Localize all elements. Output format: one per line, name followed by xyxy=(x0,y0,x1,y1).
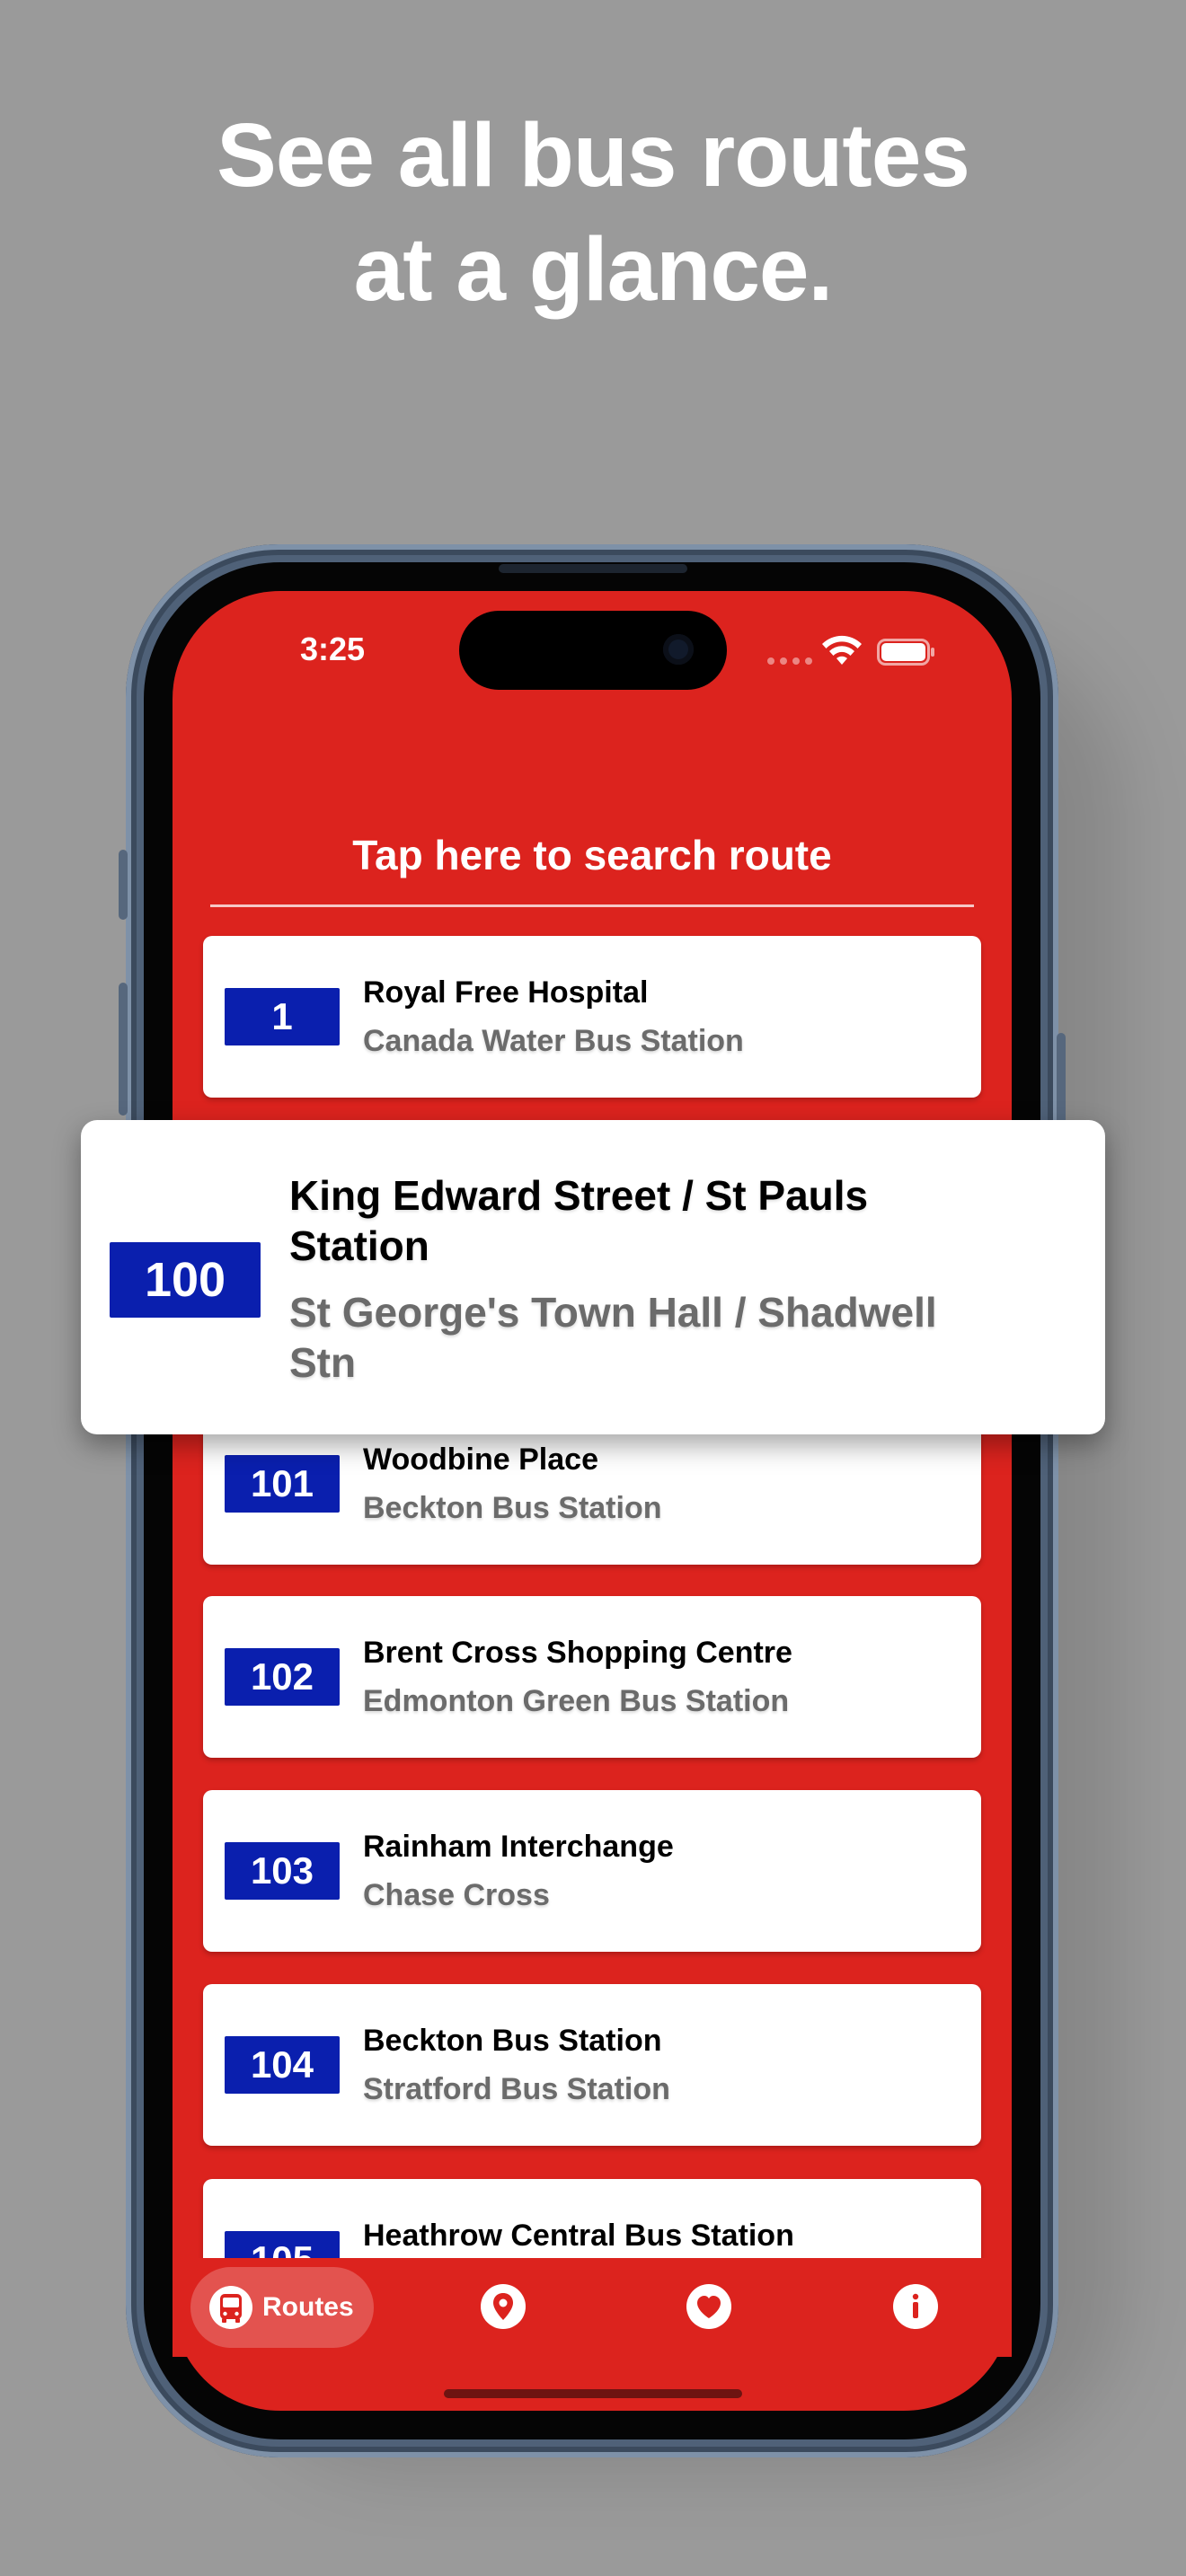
route-origin: Rainham Interchange xyxy=(363,1830,674,1864)
status-time: 3:25 xyxy=(299,631,366,667)
route-destination: St George's Town Hall / Shadwell Stn xyxy=(289,1289,937,1386)
route-number-badge: 103 xyxy=(225,1842,340,1900)
cellular-signal-icon xyxy=(767,657,812,665)
headline: See all bus routes at a glance. xyxy=(0,99,1186,327)
bus-icon xyxy=(209,2286,252,2329)
route-destination: Canada Water Bus Station xyxy=(363,1024,744,1058)
earpiece-speaker xyxy=(499,564,687,573)
headline-line-2: at a glance. xyxy=(353,219,834,320)
camera-icon xyxy=(663,634,694,665)
location-pin-icon[interactable] xyxy=(480,2283,527,2330)
route-destination: Beckton Bus Station xyxy=(363,1491,662,1525)
route-origin: Woodbine Place xyxy=(363,1442,598,1477)
tab-routes[interactable]: Routes xyxy=(190,2267,374,2348)
route-destination: Edmonton Green Bus Station xyxy=(363,1684,790,1718)
route-card-1[interactable]: 1 Royal Free Hospital Canada Water Bus S… xyxy=(203,936,981,1098)
route-origin: Royal Free Hospital xyxy=(363,975,649,1010)
home-indicator[interactable] xyxy=(444,2389,742,2398)
route-number-badge: 100 xyxy=(110,1242,261,1318)
silent-switch xyxy=(119,850,128,920)
route-card-104[interactable]: 104 Beckton Bus Station Stratford Bus St… xyxy=(203,1984,981,2146)
headline-line-1: See all bus routes xyxy=(217,105,970,206)
route-number-badge: 101 xyxy=(225,1455,340,1513)
search-underline xyxy=(210,904,974,907)
route-destination: Chase Cross xyxy=(363,1878,550,1912)
route-origin: Heathrow Central Bus Station xyxy=(363,2219,794,2253)
info-icon[interactable] xyxy=(892,2283,939,2330)
tab-routes-label: Routes xyxy=(262,2292,354,2322)
battery-icon xyxy=(877,639,934,666)
route-number-badge: 104 xyxy=(225,2036,340,2094)
tab-bar: Routes xyxy=(173,2258,1012,2357)
wifi-icon xyxy=(822,635,862,665)
featured-route-card-100[interactable]: 100 King Edward Street / St Pauls Statio… xyxy=(81,1120,1105,1434)
route-destination: Stratford Bus Station xyxy=(363,2072,670,2106)
route-card-102[interactable]: 102 Brent Cross Shopping Centre Edmonton… xyxy=(203,1596,981,1758)
route-card-103[interactable]: 103 Rainham Interchange Chase Cross xyxy=(203,1790,981,1952)
route-number-badge: 102 xyxy=(225,1648,340,1706)
volume-up-button xyxy=(119,983,128,1116)
route-origin: Brent Cross Shopping Centre xyxy=(363,1636,792,1670)
search-route-button[interactable]: Tap here to search route xyxy=(173,831,1012,879)
heart-icon[interactable] xyxy=(686,2283,732,2330)
route-origin: King Edward Street / St Pauls Station xyxy=(289,1172,869,1269)
route-number-badge: 1 xyxy=(225,988,340,1045)
route-origin: Beckton Bus Station xyxy=(363,2024,662,2058)
